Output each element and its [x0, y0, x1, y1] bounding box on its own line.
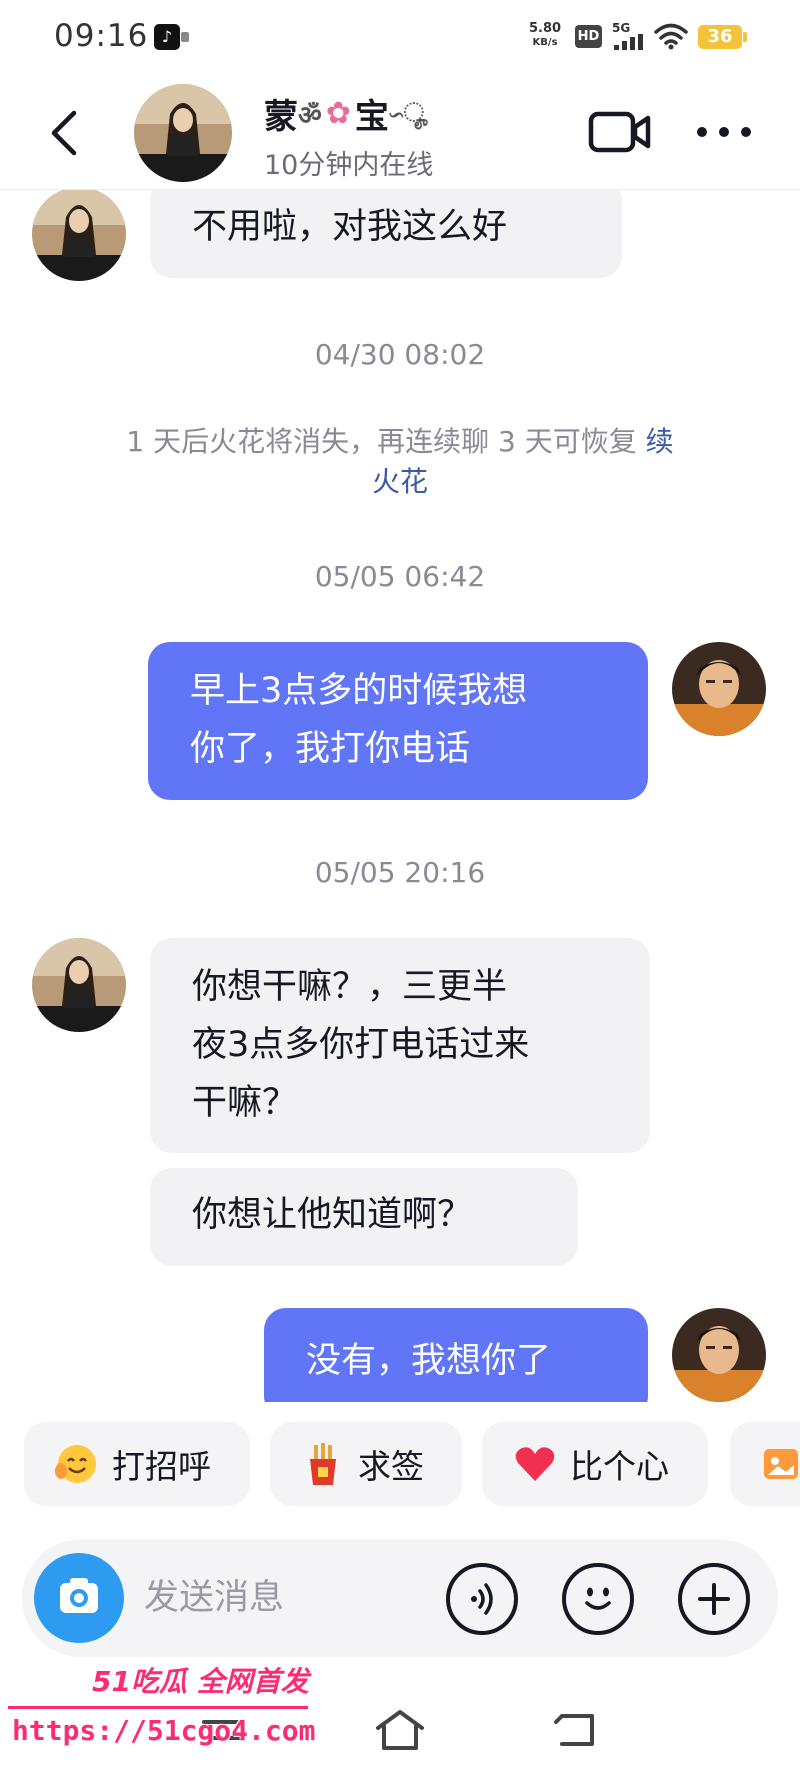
message-text-line: 夜3点多你打电话过来	[192, 1025, 530, 1065]
more-actions-button[interactable]	[678, 1563, 750, 1635]
message-text-line: 干嘛？	[192, 1083, 298, 1123]
quick-reply-label: 比个心	[570, 1447, 669, 1486]
network-speed-value: 5.80	[529, 21, 562, 36]
voice-wave-icon	[471, 1583, 493, 1615]
message-text-line: 你了，我打你电话	[190, 729, 471, 769]
contact-avatar-small[interactable]	[32, 938, 126, 1032]
spark-expiry-notice: 1 天后火花将消失，再连续聊 3 天可恢复 续火花	[120, 422, 680, 502]
battery-indicator: 36	[698, 25, 747, 49]
my-avatar[interactable]	[672, 642, 766, 736]
back-nav-icon[interactable]	[548, 1704, 608, 1756]
quick-reply-label: 打招呼	[112, 1447, 211, 1486]
message-text: 你想让他知道啊？	[192, 1195, 473, 1235]
watermark-url: https://51cgo4.com	[12, 1714, 316, 1747]
watermark-brand: 51吃瓜 全网首发	[92, 1665, 309, 1698]
smiley-wave-icon	[55, 1445, 96, 1483]
message-input-bar	[22, 1539, 778, 1657]
swirl-ornament-icon: ∽ೄ	[388, 98, 429, 128]
network-speed-unit: KB/s	[532, 37, 558, 48]
message-text-line: 早上3点多的时候我想	[190, 671, 528, 711]
plus-icon	[698, 1583, 730, 1615]
message-text: 不用啦，对我这么好	[192, 207, 508, 247]
quick-reply-fortune[interactable]: 求签	[270, 1422, 462, 1506]
emoji-button[interactable]	[562, 1563, 634, 1635]
fortune-sticks-icon	[310, 1443, 336, 1485]
image-gallery-icon	[764, 1449, 798, 1479]
message-text: 没有，我想你了	[306, 1341, 552, 1381]
voice-message-button[interactable]	[446, 1563, 518, 1635]
status-time: 09:16	[54, 18, 149, 54]
outgoing-message[interactable]: 早上3点多的时候我想 你了，我打你电话	[148, 642, 648, 800]
quick-reply-bar[interactable]: 打招呼 求签 比个心	[0, 1410, 800, 1510]
outgoing-message[interactable]: 没有，我想你了	[264, 1308, 648, 1402]
online-status: 10分钟内在线	[264, 150, 434, 181]
watermark-underline	[8, 1706, 308, 1709]
quick-reply-heart[interactable]: 比个心	[482, 1422, 708, 1506]
network-type-label: 5G	[612, 21, 631, 35]
heart-icon	[515, 1447, 555, 1481]
contact-name: 蒙 ॐ ✿ 宝 ∽ೄ	[264, 89, 428, 138]
quick-reply-label: 求签	[358, 1447, 424, 1486]
quick-reply-gallery[interactable]	[730, 1422, 800, 1506]
message-timestamp: 05/05 06:42	[314, 560, 486, 593]
more-options-icon[interactable]	[694, 119, 754, 145]
contact-avatar[interactable]	[134, 84, 232, 182]
contact-name-start: 蒙	[264, 97, 298, 137]
signal-bars-icon	[614, 34, 643, 50]
my-avatar[interactable]	[672, 1308, 766, 1402]
message-input[interactable]	[144, 1569, 444, 1627]
message-timestamp: 04/30 08:02	[314, 338, 486, 371]
emoji-face-icon	[585, 1587, 611, 1610]
contact-name-end: 宝	[354, 97, 389, 137]
wifi-icon	[654, 23, 688, 50]
system-notice-text: 1 天后火花将消失，再连续聊 3 天可恢复	[126, 425, 637, 458]
video-call-icon[interactable]	[588, 109, 652, 155]
back-arrow-icon[interactable]	[42, 105, 90, 161]
camera-icon	[60, 1578, 98, 1613]
chat-header: 蒙 ॐ ✿ 宝 ∽ೄ 10分钟内在线	[0, 75, 800, 190]
notification-dot-icon	[181, 32, 189, 42]
cherry-blossom-icon: ✿	[325, 96, 351, 131]
status-bar: 09:16 ♪ 5.80 KB/s HD 5G 36	[0, 0, 800, 75]
network-speed: 5.80 KB/s	[529, 22, 561, 50]
tiktok-notification-icon: ♪	[154, 24, 180, 50]
contact-avatar-small[interactable]	[32, 190, 126, 281]
ornament-icon: ॐ	[298, 100, 322, 131]
incoming-message[interactable]: 不用啦，对我这么好	[150, 190, 622, 278]
quick-reply-greet[interactable]: 打招呼	[24, 1422, 250, 1506]
message-text-line: 你想干嘛？，三更半	[192, 967, 508, 1007]
hd-badge: HD	[575, 25, 602, 48]
camera-button[interactable]	[34, 1553, 124, 1643]
message-timestamp: 05/05 20:16	[314, 856, 486, 889]
incoming-message[interactable]: 你想让他知道啊？	[150, 1168, 578, 1266]
home-icon[interactable]	[370, 1704, 430, 1756]
message-list[interactable]: 不用啦，对我这么好 04/30 08:02 1 天后火花将消失，再连续聊 3 天…	[0, 190, 800, 1402]
incoming-message[interactable]: 你想干嘛？，三更半 夜3点多你打电话过来 干嘛？	[150, 938, 650, 1153]
